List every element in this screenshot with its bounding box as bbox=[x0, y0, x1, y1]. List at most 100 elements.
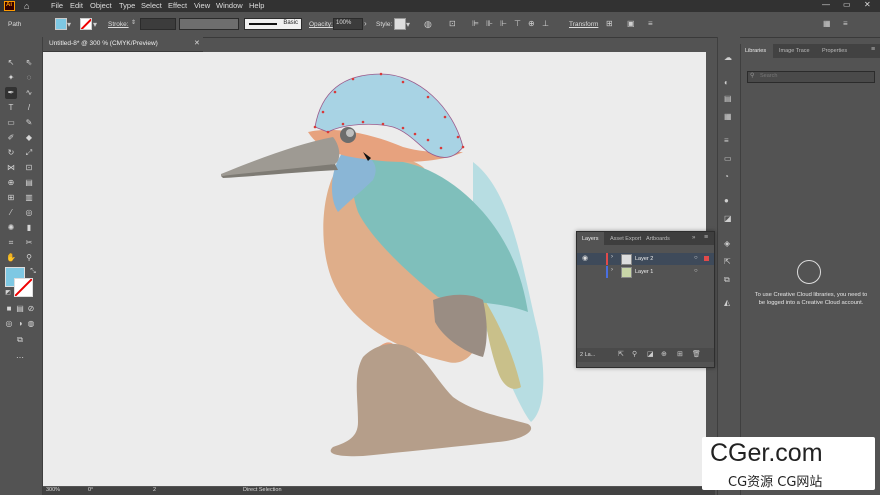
align-center-icon[interactable]: ⊪ bbox=[486, 20, 493, 28]
artboards-icon[interactable]: ⧉ bbox=[724, 276, 730, 284]
rectangle-tool[interactable]: ▭ bbox=[5, 117, 17, 129]
eyedropper-tool[interactable]: ⁄ bbox=[5, 207, 17, 219]
layer-row[interactable]: › Layer 1 ○ bbox=[577, 266, 714, 278]
line-tool[interactable]: / bbox=[23, 102, 35, 114]
shaper-tool[interactable]: ✐ bbox=[5, 132, 17, 144]
stroke-color-box[interactable] bbox=[14, 278, 33, 297]
library-search-input[interactable]: ⚲ Search bbox=[747, 71, 875, 83]
new-sublayer-icon[interactable]: ⊕ bbox=[661, 350, 667, 358]
asset-export-icon[interactable]: ⇱ bbox=[724, 258, 731, 266]
rotate-tool[interactable]: ↻ bbox=[5, 147, 17, 159]
color-icon[interactable]: ◐ bbox=[724, 79, 729, 87]
direct-selection-tool[interactable]: ⇖ bbox=[23, 57, 35, 69]
pen-tool[interactable]: ✒ bbox=[5, 87, 17, 99]
menu-view[interactable]: View bbox=[194, 1, 210, 10]
visibility-eye-icon[interactable]: ◉ bbox=[582, 254, 588, 262]
default-colors-icon[interactable]: ◩ bbox=[2, 287, 14, 299]
type-tool[interactable]: T bbox=[5, 102, 17, 114]
new-layer-icon[interactable]: ⊞ bbox=[677, 350, 683, 358]
hand-tool[interactable]: ✋ bbox=[5, 252, 17, 264]
tab-libraries[interactable]: Libraries bbox=[741, 44, 773, 58]
panel-menu-icon[interactable]: ≡ bbox=[843, 20, 848, 28]
transform-icon[interactable]: ⊞ bbox=[606, 20, 613, 28]
selection-tool[interactable]: ↖ bbox=[5, 57, 17, 69]
width-tool[interactable]: ⋈ bbox=[5, 162, 17, 174]
stroke-weight-field[interactable] bbox=[140, 18, 176, 30]
tab-layers[interactable]: Layers bbox=[577, 232, 604, 245]
tab-asset-export[interactable]: Asset Export bbox=[610, 236, 641, 242]
target-circle-icon[interactable]: ○ bbox=[694, 255, 698, 261]
eraser-tool[interactable]: ◆ bbox=[23, 132, 35, 144]
arrange-documents-icon[interactable]: ▦ bbox=[823, 20, 831, 28]
menu-object[interactable]: Object bbox=[90, 1, 112, 10]
expand-arrow-icon[interactable]: › bbox=[611, 267, 613, 273]
menu-edit[interactable]: Edit bbox=[70, 1, 83, 10]
tab-artboards[interactable]: Artboards bbox=[646, 236, 670, 242]
gradient-tool[interactable]: ▥ bbox=[23, 192, 35, 204]
menu-help[interactable]: Help bbox=[249, 1, 264, 10]
graphic-styles-icon[interactable]: ◪ bbox=[724, 215, 732, 223]
mesh-tool[interactable]: ⊞ bbox=[5, 192, 17, 204]
isolate-icon[interactable]: ▣ bbox=[627, 20, 635, 28]
style-swatch[interactable] bbox=[394, 18, 406, 30]
properties-icon[interactable]: ◭ bbox=[724, 299, 730, 307]
panel-menu-icon[interactable]: ≡ bbox=[704, 234, 708, 241]
menu-file[interactable]: File bbox=[51, 1, 63, 10]
curvature-tool[interactable]: ∿ bbox=[23, 87, 35, 99]
export-icon[interactable]: ⇱ bbox=[618, 350, 624, 358]
layers-icon[interactable]: ◈ bbox=[724, 240, 730, 248]
edit-toolbar-icon[interactable]: ⋯ bbox=[14, 352, 26, 364]
stroke-icon[interactable]: ≡ bbox=[724, 137, 729, 145]
selection-indicator[interactable] bbox=[704, 256, 709, 261]
appearance-icon[interactable]: ● bbox=[724, 197, 729, 205]
layer-name[interactable]: Layer 2 bbox=[635, 256, 653, 262]
menu-select[interactable]: Select bbox=[141, 1, 162, 10]
stroke-swatch[interactable] bbox=[80, 18, 92, 30]
align-to-icon[interactable]: ⊡ bbox=[449, 20, 456, 28]
chevron-down-icon[interactable]: ▾ bbox=[93, 21, 97, 29]
lasso-tool[interactable]: ◌ bbox=[23, 72, 35, 84]
swap-colors-icon[interactable]: ⤡ bbox=[27, 266, 39, 278]
locate-object-icon[interactable]: ⚲ bbox=[632, 350, 637, 358]
cc-libraries-icon[interactable]: ☁ bbox=[724, 54, 732, 62]
none-mode-icon[interactable]: ⊘ bbox=[25, 303, 37, 315]
minimize-button[interactable]: — bbox=[822, 0, 830, 9]
document-tab[interactable]: Untitled-8* @ 300 % (CMYK/Preview) ✕ bbox=[43, 37, 203, 52]
paintbrush-tool[interactable]: ✎ bbox=[23, 117, 35, 129]
artboard-tool[interactable]: ⌗ bbox=[5, 237, 17, 249]
stepper-icon[interactable]: ⇕ bbox=[131, 19, 136, 27]
zoom-level[interactable]: 300% bbox=[46, 487, 60, 493]
slice-tool[interactable]: ✂ bbox=[23, 237, 35, 249]
align-right-icon[interactable]: ⊩ bbox=[500, 20, 507, 28]
screen-mode-icon[interactable]: ⧉ bbox=[14, 334, 26, 346]
tab-properties[interactable]: Properties bbox=[822, 48, 847, 54]
layer-name[interactable]: Layer 1 bbox=[635, 269, 653, 275]
chevron-down-icon[interactable]: ▾ bbox=[67, 21, 71, 29]
home-icon[interactable]: ⌂ bbox=[24, 1, 29, 11]
artboard-navigator[interactable]: 2 bbox=[153, 487, 156, 493]
more-options-icon[interactable]: ≡ bbox=[648, 20, 653, 28]
scale-tool[interactable]: ⤢ bbox=[23, 147, 35, 159]
maximize-button[interactable]: ▭ bbox=[843, 0, 851, 9]
close-button[interactable]: ✕ bbox=[864, 0, 871, 9]
align-left-icon[interactable]: ⊫ bbox=[472, 20, 479, 28]
collapse-panel-icon[interactable]: » bbox=[692, 235, 695, 241]
chevron-right-icon[interactable]: › bbox=[364, 20, 367, 28]
brush-field[interactable]: Basic bbox=[244, 18, 302, 30]
align-top-icon[interactable]: ⊤ bbox=[514, 20, 521, 28]
close-tab-icon[interactable]: ✕ bbox=[194, 39, 200, 47]
chevron-down-icon[interactable]: ▾ bbox=[406, 21, 410, 29]
swatches-icon[interactable]: ▦ bbox=[724, 113, 732, 121]
layer-row[interactable]: ◉ › Layer 2 ○ bbox=[577, 253, 714, 265]
menu-window[interactable]: Window bbox=[216, 1, 243, 10]
transform-link[interactable]: Transform bbox=[569, 21, 598, 28]
zoom-tool[interactable]: ⚲ bbox=[23, 252, 35, 264]
rotation-value[interactable]: 0° bbox=[88, 487, 93, 493]
opacity-field[interactable]: 100% bbox=[333, 18, 363, 30]
symbol-sprayer-tool[interactable]: ✺ bbox=[5, 222, 17, 234]
gradient-icon[interactable]: ▭ bbox=[724, 155, 732, 163]
panel-menu-icon[interactable]: ≡ bbox=[871, 46, 875, 53]
align-middle-icon[interactable]: ⊕ bbox=[528, 20, 535, 28]
color-guide-icon[interactable]: ▤ bbox=[724, 95, 732, 103]
fill-swatch[interactable] bbox=[55, 18, 67, 30]
